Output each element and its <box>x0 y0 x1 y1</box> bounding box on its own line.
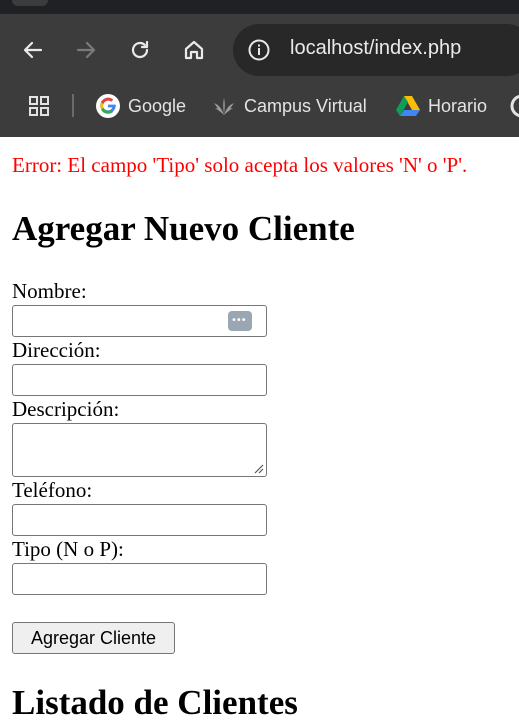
direccion-field[interactable] <box>12 364 267 396</box>
bookmark-partial[interactable] <box>510 93 519 119</box>
bookmarks-separator <box>72 94 74 117</box>
resize-handle-icon[interactable] <box>254 464 264 474</box>
tab-strip <box>0 0 519 14</box>
reload-button[interactable] <box>124 34 156 66</box>
bookmark-label: Horario <box>428 95 488 116</box>
tipo-label: Tipo (N o P): <box>12 537 124 561</box>
direccion-label: Dirección: <box>12 338 101 362</box>
url-text[interactable]: localhost/index.php <box>290 37 461 60</box>
form-title: Agregar Nuevo Cliente <box>12 209 355 248</box>
descripcion-label: Descripción: <box>12 397 120 421</box>
telefono-field[interactable] <box>12 504 267 536</box>
forward-button[interactable] <box>70 34 102 66</box>
home-icon <box>184 40 204 60</box>
bookmark-site-icon <box>510 94 519 118</box>
bookmarks-bar: Google Campus Virtual Horario <box>0 84 519 126</box>
nombre-label: Nombre: <box>12 279 87 303</box>
page-content: Error: El campo 'Tipo' solo acepta los v… <box>0 137 519 722</box>
autofill-key-icon[interactable]: ••• <box>228 311 252 331</box>
home-button[interactable] <box>178 34 210 66</box>
info-icon[interactable] <box>247 38 271 62</box>
address-bar[interactable]: localhost/index.php <box>233 24 519 76</box>
arrow-right-icon <box>76 41 96 59</box>
tab[interactable] <box>12 0 48 6</box>
descripcion-textarea[interactable] <box>12 423 267 477</box>
bookmark-horario[interactable]: Horario <box>396 93 487 119</box>
telefono-label: Teléfono: <box>12 478 93 502</box>
apps-grid-icon <box>29 96 49 116</box>
back-button[interactable] <box>17 34 49 66</box>
campus-virtual-icon <box>214 98 234 115</box>
arrow-left-icon <box>23 41 43 59</box>
tipo-field[interactable] <box>12 563 267 595</box>
bookmark-google[interactable]: Google <box>96 93 186 119</box>
error-message: Error: El campo 'Tipo' solo acepta los v… <box>12 153 468 177</box>
bookmark-campus-virtual[interactable]: Campus Virtual <box>212 93 367 119</box>
reload-icon <box>131 40 149 59</box>
bookmark-label: Campus Virtual <box>244 95 367 116</box>
clients-list-title: Listado de Clientes <box>12 683 298 722</box>
apps-button[interactable] <box>28 93 58 119</box>
bookmark-label: Google <box>128 95 187 116</box>
google-icon <box>96 94 120 118</box>
nombre-field[interactable]: ••• <box>12 305 267 337</box>
add-client-button[interactable]: Agregar Cliente <box>12 622 175 654</box>
google-drive-icon <box>396 96 420 116</box>
browser-toolbar: localhost/index.php Google Campus Virtua… <box>0 0 519 137</box>
